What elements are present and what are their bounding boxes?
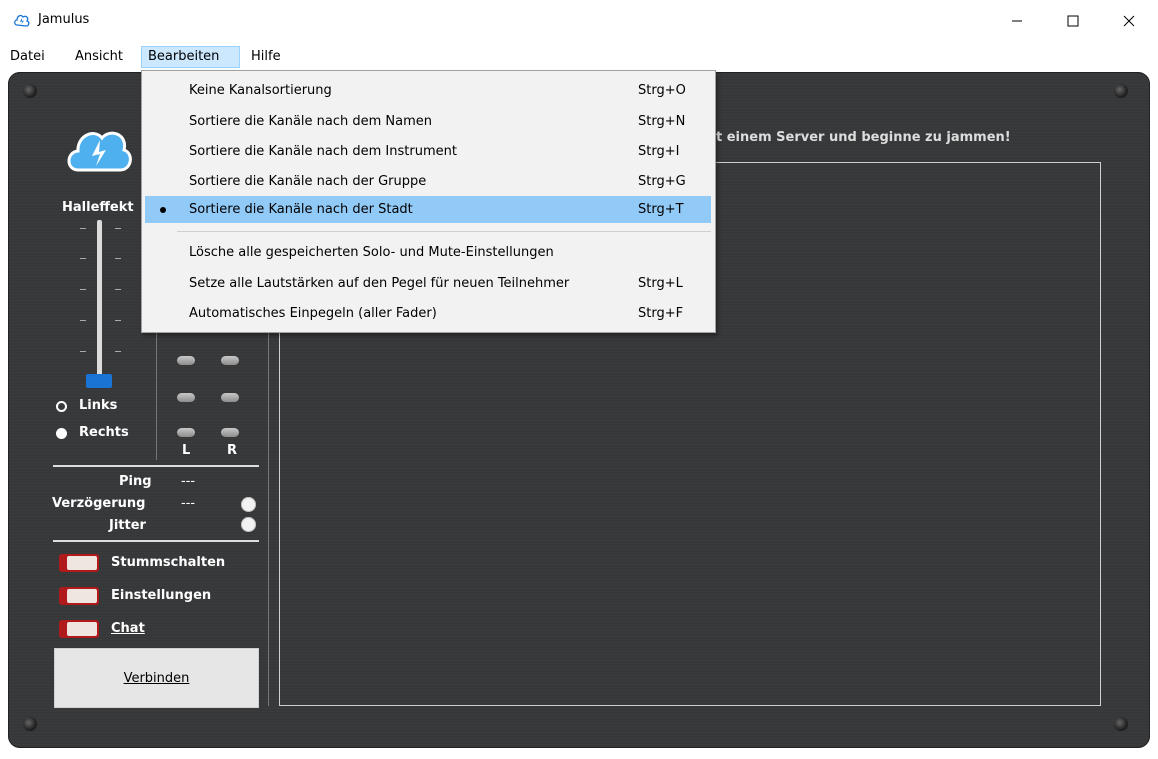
delay-label: Verzögerung [52, 496, 146, 511]
radio-rechts[interactable] [56, 428, 67, 439]
chat-label: Chat [111, 621, 145, 636]
slider-tick [80, 228, 86, 229]
chat-switch[interactable] [59, 620, 99, 638]
menu-item-label: Setze alle Lautstärken auf den Pegel für… [189, 276, 570, 291]
delay-status-led [241, 497, 256, 512]
slider-tick [80, 320, 86, 321]
menu-item-sort-instrument[interactable]: Sortiere die Kanäle nach dem Instrument … [145, 138, 711, 165]
menu-item-label: Sortiere die Kanäle nach der Stadt [189, 202, 413, 217]
screw-icon [1114, 84, 1128, 98]
ping-label: Ping [119, 474, 152, 489]
menu-item-shortcut: Strg+N [638, 114, 686, 129]
meter-led-left [177, 393, 195, 402]
slider-tick [115, 258, 121, 259]
slider-tick [115, 351, 121, 352]
close-button[interactable] [1106, 6, 1152, 36]
minimize-icon [1012, 20, 1022, 22]
slider-tick [80, 258, 86, 259]
meter-label-r: R [227, 443, 238, 458]
slider-tick [115, 289, 121, 290]
meter-label-l: L [182, 443, 191, 458]
menu-item-label: Automatisches Einpegeln (aller Fader) [189, 306, 437, 321]
jamulus-logo-icon [13, 11, 31, 29]
reverb-label: Halleffekt [62, 200, 134, 215]
ping-value: --- [181, 474, 196, 489]
slider-tick [115, 320, 121, 321]
menu-ansicht[interactable]: Ansicht [69, 46, 129, 68]
jitter-label: Jitter [109, 518, 146, 533]
radio-links[interactable] [56, 401, 67, 412]
menu-item-sort-city[interactable]: Sortiere die Kanäle nach der Stadt Strg+… [145, 196, 711, 223]
screw-icon [23, 84, 37, 98]
slider-tick [115, 228, 121, 229]
menu-item-shortcut: Strg+G [638, 174, 686, 189]
settings-switch[interactable] [59, 587, 99, 605]
menu-item-label: Keine Kanalsortierung [189, 83, 332, 98]
menu-separator [177, 231, 711, 232]
menu-item-shortcut: Strg+L [638, 276, 683, 291]
maximize-button[interactable] [1050, 6, 1096, 36]
slider-tick [80, 289, 86, 290]
meter-led-left [177, 428, 195, 437]
mute-label: Stummschalten [111, 555, 226, 570]
menu-item-sort-name[interactable]: Sortiere die Kanäle nach dem Namen Strg+… [145, 108, 711, 135]
delay-value: --- [181, 496, 196, 511]
meter-led-right [221, 393, 239, 402]
menu-item-shortcut: Strg+I [638, 144, 680, 159]
radio-rechts-label: Rechts [79, 425, 129, 440]
menu-item-clear-solo-mute[interactable]: Lösche alle gespeicherten Solo- und Mute… [145, 239, 711, 266]
menu-datei[interactable]: Datei [4, 46, 51, 68]
screw-icon [23, 717, 37, 731]
menu-item-label: Lösche alle gespeicherten Solo- und Mute… [189, 245, 554, 260]
jitter-status-led [241, 517, 256, 532]
separator [53, 540, 259, 542]
reverb-slider-handle[interactable] [86, 374, 112, 388]
radio-links-label: Links [79, 398, 118, 413]
menu-item-shortcut: Strg+F [638, 306, 684, 321]
screw-icon [1114, 717, 1128, 731]
menu-hilfe[interactable]: Hilfe [245, 46, 287, 68]
menu-item-label: Sortiere die Kanäle nach dem Namen [189, 114, 433, 129]
check-bullet-icon [160, 207, 166, 213]
title-bar [0, 0, 1158, 44]
menu-item-set-volume[interactable]: Setze alle Lautstärken auf den Pegel für… [145, 270, 711, 297]
menu-item-label: Sortiere die Kanäle nach dem Instrument [189, 144, 457, 159]
reverb-slider-track[interactable] [97, 220, 102, 380]
meter-led-left [177, 356, 195, 365]
connect-button[interactable]: Verbinden [54, 648, 259, 708]
connect-hint-text: t einem Server und beginne zu jammen! [716, 130, 1011, 145]
close-icon [1123, 15, 1135, 27]
jamulus-cloud-logo-icon [64, 120, 134, 180]
menu-item-shortcut: Strg+O [638, 83, 686, 98]
meter-led-right [221, 428, 239, 437]
meter-led-right [221, 356, 239, 365]
minimize-button[interactable] [994, 6, 1040, 36]
separator [53, 465, 259, 467]
menu-item-sort-group[interactable]: Sortiere die Kanäle nach der Gruppe Strg… [145, 168, 711, 195]
window-title: Jamulus [38, 12, 90, 27]
maximize-icon [1067, 15, 1079, 27]
menu-bearbeiten[interactable]: Bearbeiten [141, 46, 240, 68]
menu-item-shortcut: Strg+T [638, 202, 684, 217]
menu-item-auto-adjust[interactable]: Automatisches Einpegeln (aller Fader) St… [145, 300, 711, 327]
settings-label: Einstellungen [111, 588, 212, 603]
menu-item-no-sort[interactable]: Keine Kanalsortierung Strg+O [145, 77, 711, 104]
bearbeiten-dropdown-menu: Keine Kanalsortierung Strg+O Sortiere di… [141, 70, 716, 333]
menu-item-label: Sortiere die Kanäle nach der Gruppe [189, 174, 427, 189]
slider-tick [80, 351, 86, 352]
mute-switch[interactable] [59, 554, 99, 572]
